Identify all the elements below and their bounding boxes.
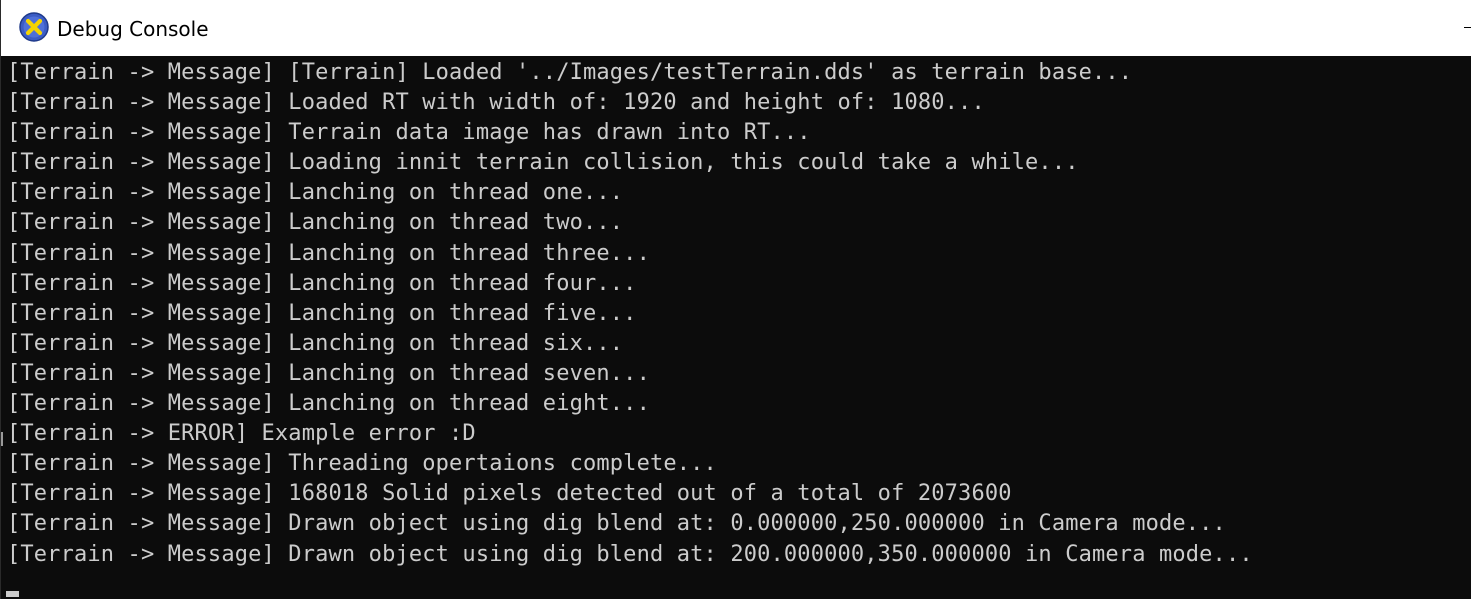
console-line: [Terrain -> Message] Lanching on thread … bbox=[7, 360, 650, 386]
console-line: [Terrain -> Message] Lanching on thread … bbox=[7, 180, 624, 206]
text-cursor bbox=[6, 591, 19, 597]
console-line: [Terrain -> Message] Lanching on thread … bbox=[7, 270, 637, 296]
console-line: [Terrain -> Message] Drawn object using … bbox=[7, 541, 1253, 567]
console-line: [Terrain -> Message] Lanching on thread … bbox=[7, 330, 624, 356]
console-line: [Terrain -> Message] 168018 Solid pixels… bbox=[7, 481, 1012, 507]
window-title: Debug Console bbox=[57, 17, 209, 41]
console-line: [Terrain -> Message] Drawn object using … bbox=[7, 511, 1226, 537]
resize-marker bbox=[1, 432, 3, 446]
console-line: [Terrain -> Message] Loading innit terra… bbox=[7, 150, 1079, 176]
debug-console-window: Debug Console [Terrain -> Message] [Terr… bbox=[0, 0, 1471, 599]
console-line: [Terrain -> Message] Lanching on thread … bbox=[7, 210, 624, 236]
console-line: [Terrain -> Message] Lanching on thread … bbox=[7, 300, 637, 326]
console-line: [Terrain -> Message] Lanching on thread … bbox=[7, 391, 650, 417]
console-output[interactable]: [Terrain -> Message] [Terrain] Loaded '.… bbox=[1, 56, 1471, 599]
console-line: [Terrain -> ERROR] Example error :D bbox=[7, 421, 476, 447]
console-line: [Terrain -> Message] Lanching on thread … bbox=[7, 240, 650, 266]
console-line: [Terrain -> Message] [Terrain] Loaded '.… bbox=[7, 60, 1133, 85]
console-lines: [Terrain -> Message] [Terrain] Loaded '.… bbox=[7, 58, 1253, 570]
app-x-icon bbox=[19, 12, 49, 42]
console-line: [Terrain -> Message] Threading opertaion… bbox=[7, 451, 717, 477]
console-line: [Terrain -> Message] Terrain data image … bbox=[7, 120, 811, 146]
minimize-icon[interactable] bbox=[1464, 27, 1471, 28]
console-line: [Terrain -> Message] Loaded RT with widt… bbox=[7, 90, 985, 116]
title-bar[interactable]: Debug Console bbox=[1, 0, 1471, 56]
